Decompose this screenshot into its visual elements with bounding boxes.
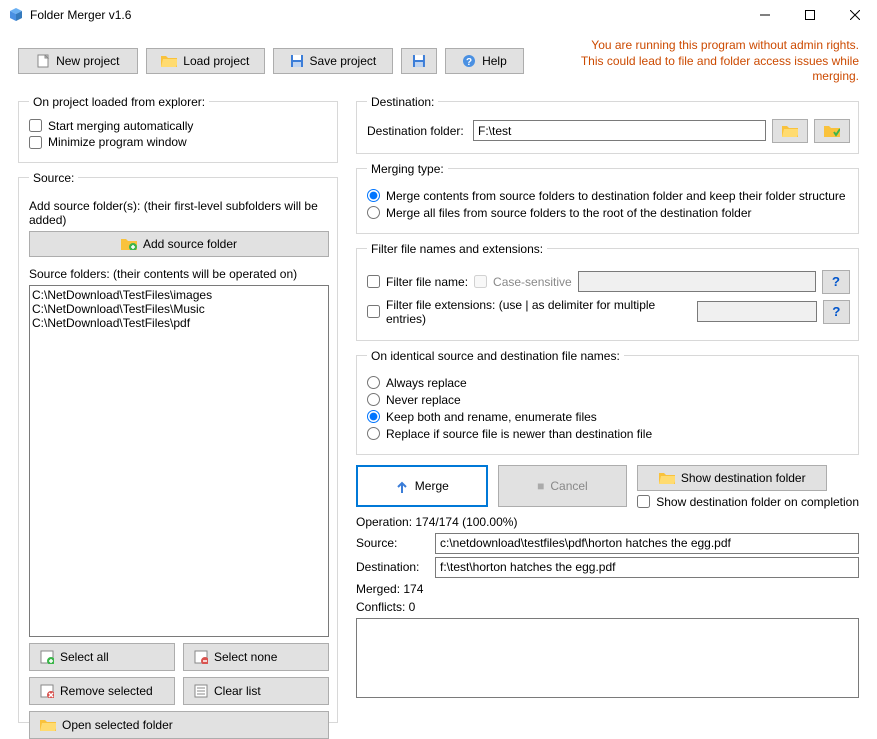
merged-count: Merged: 174 [356,582,859,596]
add-source-folder-button[interactable]: Add source folder [29,231,329,257]
filter-group: Filter file names and extensions: Filter… [356,242,859,341]
never-replace-radio[interactable]: Never replace [367,393,850,407]
folder-open-icon [40,719,56,731]
source-legend: Source: [29,171,78,185]
cancel-button[interactable]: ■ Cancel [498,465,628,507]
folder-icon [782,125,798,137]
conflicts-count: Conflicts: 0 [356,600,859,614]
conflicts-list[interactable] [356,618,859,698]
destination-folder-label: Destination folder: [367,124,467,138]
save-icon [412,54,426,68]
maximize-button[interactable] [787,0,832,29]
operation-status: Operation: 174/174 (100.00%) [356,515,859,529]
dest-file-display [435,557,859,578]
source-folders-label: Source folders: (their contents will be … [29,267,329,281]
folder-open-icon [659,472,675,484]
show-on-completion-checkbox[interactable]: Show destination folder on completion [637,495,859,509]
filter-legend: Filter file names and extensions: [367,242,547,256]
filter-filename-help-button[interactable]: ? [822,270,850,294]
new-project-button[interactable]: New project [18,48,138,74]
window-title: Folder Merger v1.6 [30,8,131,22]
svg-text:?: ? [466,57,472,68]
merge-flat-radio[interactable]: Merge all files from source folders to t… [367,206,850,220]
merge-button[interactable]: Merge [356,465,488,507]
destination-folder-input[interactable] [473,120,766,141]
filter-ext-help-button[interactable]: ? [823,300,850,324]
select-all-button[interactable]: Select all [29,643,175,671]
filter-filename-input [578,271,816,292]
select-none-button[interactable]: Select none [183,643,329,671]
add-source-label: Add source folder(s): (their first-level… [29,199,329,227]
stop-icon: ■ [537,479,544,493]
keep-both-radio[interactable]: Keep both and rename, enumerate files [367,410,850,424]
folder-check-icon [824,125,840,137]
filter-ext-input [697,301,817,322]
source-file-label: Source: [356,536,431,550]
on-project-loaded-legend: On project loaded from explorer: [29,95,209,109]
case-sensitive-checkbox[interactable]: Case-sensitive [474,275,572,289]
clear-list-button[interactable]: Clear list [183,677,329,705]
identical-files-group: On identical source and destination file… [356,349,859,455]
merge-keep-structure-radio[interactable]: Merge contents from source folders to de… [367,189,850,203]
save-as-button[interactable] [401,48,437,74]
confirm-destination-button[interactable] [814,119,850,143]
select-none-icon [194,650,208,664]
folder-add-icon [121,238,137,250]
list-item[interactable]: C:\NetDownload\TestFiles\pdf [32,316,326,330]
minimize-window-checkbox[interactable]: Minimize program window [29,135,187,149]
app-icon [8,7,24,23]
identical-files-legend: On identical source and destination file… [367,349,624,363]
dest-file-label: Destination: [356,560,431,574]
show-destination-button[interactable]: Show destination folder [637,465,827,491]
select-all-icon [40,650,54,664]
save-project-button[interactable]: Save project [273,48,393,74]
destination-group: Destination: Destination folder: [356,95,859,154]
clear-icon [194,684,208,698]
folder-icon [161,55,177,67]
list-item[interactable]: C:\NetDownload\TestFiles\Music [32,302,326,316]
remove-selected-button[interactable]: Remove selected [29,677,175,705]
help-icon: ? [462,54,476,68]
filter-ext-checkbox[interactable]: Filter file extensions: (use | as delimi… [367,298,691,326]
file-icon [36,54,50,68]
source-folders-list[interactable]: C:\NetDownload\TestFiles\imagesC:\NetDow… [29,285,329,637]
help-button[interactable]: ? Help [445,48,525,74]
title-bar: Folder Merger v1.6 [0,0,877,30]
start-merging-checkbox[interactable]: Start merging automatically [29,119,193,133]
source-group: Source: Add source folder(s): (their fir… [18,171,338,723]
save-icon [290,54,304,68]
always-replace-radio[interactable]: Always replace [367,376,850,390]
main-toolbar: New project Load project Save project ? … [0,30,877,87]
replace-if-newer-radio[interactable]: Replace if source file is newer than des… [367,427,850,441]
merging-type-group: Merging type: Merge contents from source… [356,162,859,234]
minimize-button[interactable] [742,0,787,29]
admin-warning: You are running this program without adm… [532,38,859,85]
load-project-button[interactable]: Load project [146,48,266,74]
close-button[interactable] [832,0,877,29]
filter-filename-checkbox[interactable]: Filter file name: [367,275,468,289]
remove-icon [40,684,54,698]
list-item[interactable]: C:\NetDownload\TestFiles\images [32,288,326,302]
browse-destination-button[interactable] [772,119,808,143]
on-project-loaded-group: On project loaded from explorer: Start m… [18,95,338,163]
open-selected-folder-button[interactable]: Open selected folder [29,711,329,739]
source-file-display [435,533,859,554]
merging-type-legend: Merging type: [367,162,448,176]
merge-icon [395,479,409,493]
destination-legend: Destination: [367,95,438,109]
